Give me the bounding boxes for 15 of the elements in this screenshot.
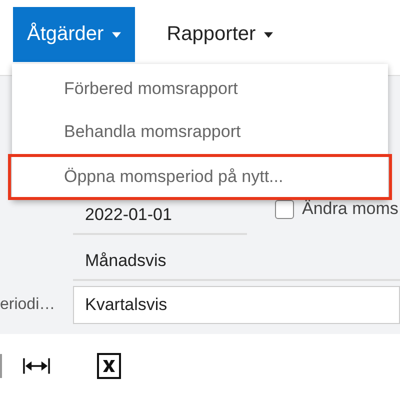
menu-button[interactable]: Åtgärder [13, 7, 135, 62]
input-field[interactable]: Kvartalsvis [73, 286, 400, 324]
date-field[interactable]: 2022-01-01 [73, 203, 247, 235]
field-label: eriodi… [0, 296, 56, 314]
menu-item[interactable]: Behandla momsrapport [12, 111, 388, 153]
menu-item[interactable]: Förbered momsrapport [12, 68, 388, 110]
checkbox-label: Ändra moms [302, 199, 398, 219]
period-field[interactable]: Månadsvis [73, 235, 400, 281]
caret-icon [112, 32, 121, 38]
menu-item[interactable]: Öppna momsperiod på nytt... [8, 154, 392, 200]
menu-button[interactable]: Rapporter [152, 7, 287, 62]
caret-icon [264, 32, 273, 38]
fit-width-icon[interactable] [23, 358, 50, 374]
checkbox[interactable] [275, 200, 294, 218]
excel-icon[interactable] [97, 353, 121, 379]
